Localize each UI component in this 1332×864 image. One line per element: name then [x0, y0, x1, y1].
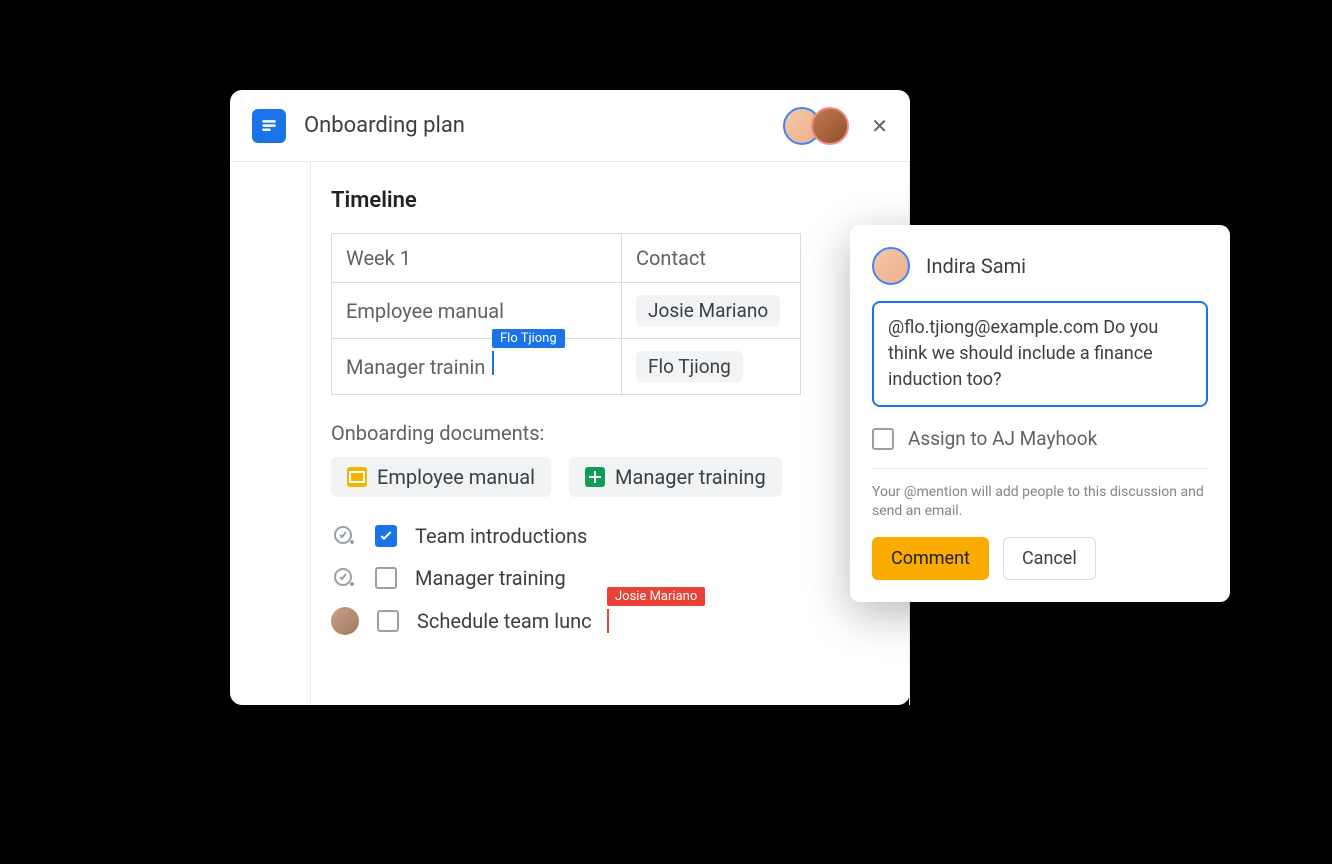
mention-hint: Your @mention will add people to this di… [872, 483, 1208, 521]
section-heading: Timeline [331, 188, 909, 213]
collaborator-avatar-2[interactable] [811, 107, 849, 145]
assign-label: Assign to AJ Mayhook [908, 427, 1097, 450]
comment-author-name: Indira Sami [926, 254, 1026, 278]
table-cell[interactable]: Josie Mariano [622, 283, 801, 339]
slides-icon [347, 467, 367, 487]
doc-page[interactable]: Timeline Week 1 Contact Employee manual … [310, 162, 910, 705]
table-header-left[interactable]: Week 1 [332, 234, 622, 283]
timeline-table[interactable]: Week 1 Contact Employee manual Josie Mar… [331, 233, 801, 395]
collab-cursor-blue [492, 351, 494, 375]
task-checkbox[interactable] [377, 610, 399, 632]
table-header-right[interactable]: Contact [622, 234, 801, 283]
linked-doc-chip[interactable]: Employee manual [331, 457, 551, 497]
assign-row[interactable]: Assign to AJ Mayhook [872, 423, 1208, 469]
assign-task-icon[interactable] [331, 523, 357, 549]
cancel-button[interactable]: Cancel [1003, 537, 1096, 580]
collab-cursor-label-blue: Flo Tjiong [492, 329, 565, 348]
collab-cursor-label-red: Josie Mariano [607, 587, 705, 606]
task-label[interactable]: Schedule team lunc Josie Mariano [417, 609, 592, 633]
doc-title[interactable]: Onboarding plan [304, 113, 465, 138]
comment-button[interactable]: Comment [872, 537, 989, 580]
linked-doc-chip[interactable]: Manager training [569, 457, 782, 497]
table-cell[interactable]: Employee manual [332, 283, 622, 339]
task-row: Schedule team lunc Josie Mariano [331, 607, 909, 635]
comment-popover: Indira Sami @flo.tjiong@example.com Do y… [850, 225, 1230, 602]
contact-chip[interactable]: Josie Mariano [636, 295, 780, 326]
assign-task-icon[interactable] [331, 565, 357, 591]
sheets-icon [585, 467, 605, 487]
task-label[interactable]: Manager training [415, 566, 566, 590]
task-row: Team introductions [331, 523, 909, 549]
table-cell[interactable]: Manager trainin Flo Tjiong [332, 339, 622, 395]
assign-checkbox[interactable] [872, 428, 894, 450]
task-checkbox[interactable] [375, 567, 397, 589]
google-docs-icon [252, 109, 286, 143]
comment-author-avatar[interactable] [872, 247, 910, 285]
document-card: Onboarding plan ✕ Timeline Week 1 Contac… [230, 90, 910, 705]
subheading: Onboarding documents: [331, 421, 909, 445]
assignee-avatar[interactable] [331, 607, 359, 635]
doc-header: Onboarding plan ✕ [230, 90, 910, 162]
comment-input[interactable]: @flo.tjiong@example.com Do you think we … [872, 301, 1208, 407]
contact-chip[interactable]: Flo Tjiong [636, 351, 743, 382]
collab-cursor-red [607, 609, 609, 633]
collaborator-avatars [783, 107, 849, 145]
task-checkbox[interactable] [375, 525, 397, 547]
task-label[interactable]: Team introductions [415, 524, 587, 548]
close-icon[interactable]: ✕ [871, 114, 888, 138]
table-cell[interactable]: Flo Tjiong [622, 339, 801, 395]
